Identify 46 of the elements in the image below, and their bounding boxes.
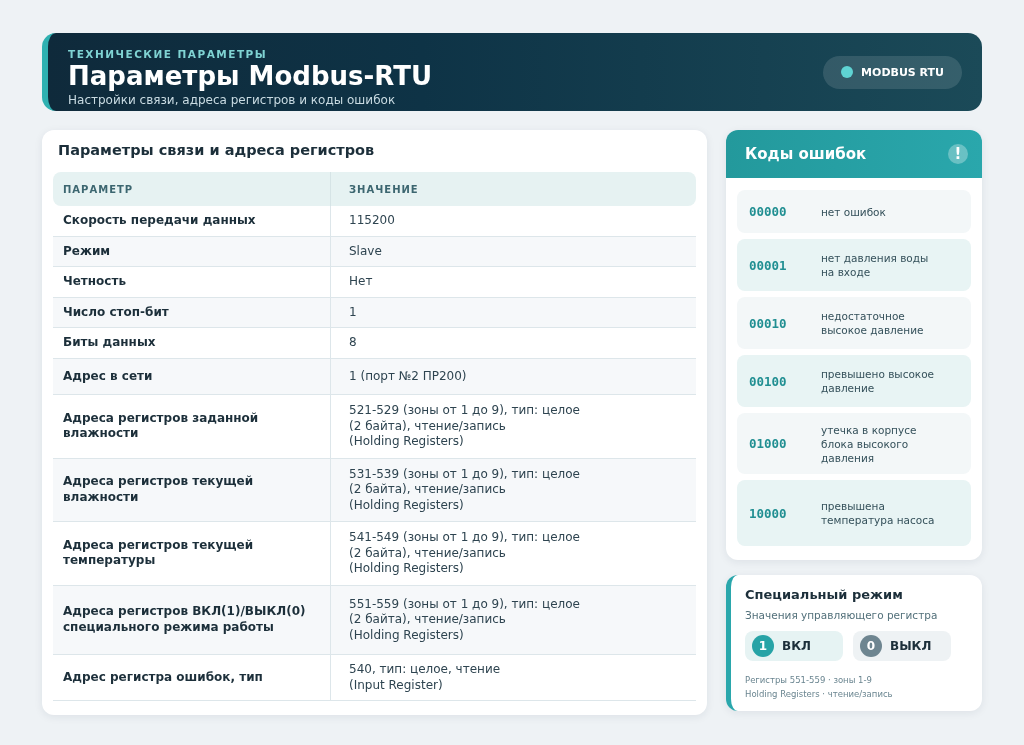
mode-label: ВКЛ	[782, 639, 811, 653]
param-value-cell: 1 (порт №2 ПР200)	[331, 358, 696, 395]
error-description: превышено высокое давление	[821, 367, 935, 395]
param-value-cell: 551-559 (зоны от 1 до 9), тип: целое (2 байта), чтение/запись (Holding Registers)	[331, 585, 696, 655]
page-subtitle: Настройки связи, адреса регистров и коды ошибок	[68, 92, 397, 107]
param-name-cell: Адреса регистров заданной влажности	[53, 395, 331, 459]
card-title: Коды ошибок	[745, 145, 867, 163]
mode-label: ВЫКЛ	[890, 639, 932, 653]
error-description: недостаточное высокое давление	[821, 309, 924, 337]
param-name-cell: Биты данных	[53, 328, 331, 359]
param-name-cell: Адреса регистров текущей температуры	[53, 522, 331, 586]
param-name-cell: Адреса регистров текущей влажности	[53, 458, 331, 522]
param-name-cell: Число стоп-бит	[53, 297, 331, 328]
param-name-cell: Скорость передачи данных	[53, 206, 331, 237]
error-description: превышена температура насоса	[821, 499, 935, 527]
card-subtitle: Значения управляющего регистра	[745, 609, 939, 621]
card-title: Специальный режим	[745, 587, 904, 602]
param-name-cell: Адрес регистра ошибок, тип	[53, 655, 331, 701]
error-code: 10000	[749, 505, 788, 521]
error-description: нет давления воды на входе	[821, 251, 929, 279]
error-code: 00001	[749, 257, 788, 273]
value-badge: 0	[860, 635, 882, 657]
error-code: 00000	[749, 204, 788, 219]
header-eyebrow: ТЕХНИЧЕСКИЕ ПАРАМЕТРЫ	[68, 47, 269, 60]
error-code: 01000	[749, 436, 788, 451]
value-badge: 1	[752, 635, 774, 657]
card-title: Параметры связи и адреса регистров	[58, 142, 376, 158]
page-title: Параметры Modbus-RTU	[68, 59, 433, 92]
alert-icon: !	[948, 144, 968, 164]
error-code: 00010	[749, 315, 788, 331]
error-description: нет ошибок	[821, 204, 886, 219]
param-value-cell: 531-539 (зоны от 1 до 9), тип: целое (2 байта), чтение/запись (Holding Registers)	[331, 458, 696, 522]
register-note: Holding Registers · чтение/запись	[745, 688, 894, 701]
param-name-cell: Адреса регистров ВКЛ(1)/ВЫКЛ(0) специального режима работы	[53, 585, 331, 655]
param-name-cell: Четность	[53, 267, 331, 298]
register-note: Регистры 551-559 · зоны 1-9	[745, 674, 873, 687]
column-header: ЗНАЧЕНИЕ	[331, 172, 696, 206]
protocol-badge: MODBUS RTU	[823, 55, 962, 89]
param-value-cell: 1	[331, 297, 696, 328]
error-description: утечка в корпусе блока высокого давления	[821, 422, 917, 465]
status-dot-icon	[841, 66, 854, 78]
error-code: 00100	[749, 373, 788, 389]
param-value-cell: Slave	[331, 236, 696, 267]
column-header: ПАРАМЕТР	[53, 172, 331, 206]
param-name-cell: Адрес в сети	[53, 358, 331, 395]
param-name-cell: Режим	[53, 236, 331, 267]
